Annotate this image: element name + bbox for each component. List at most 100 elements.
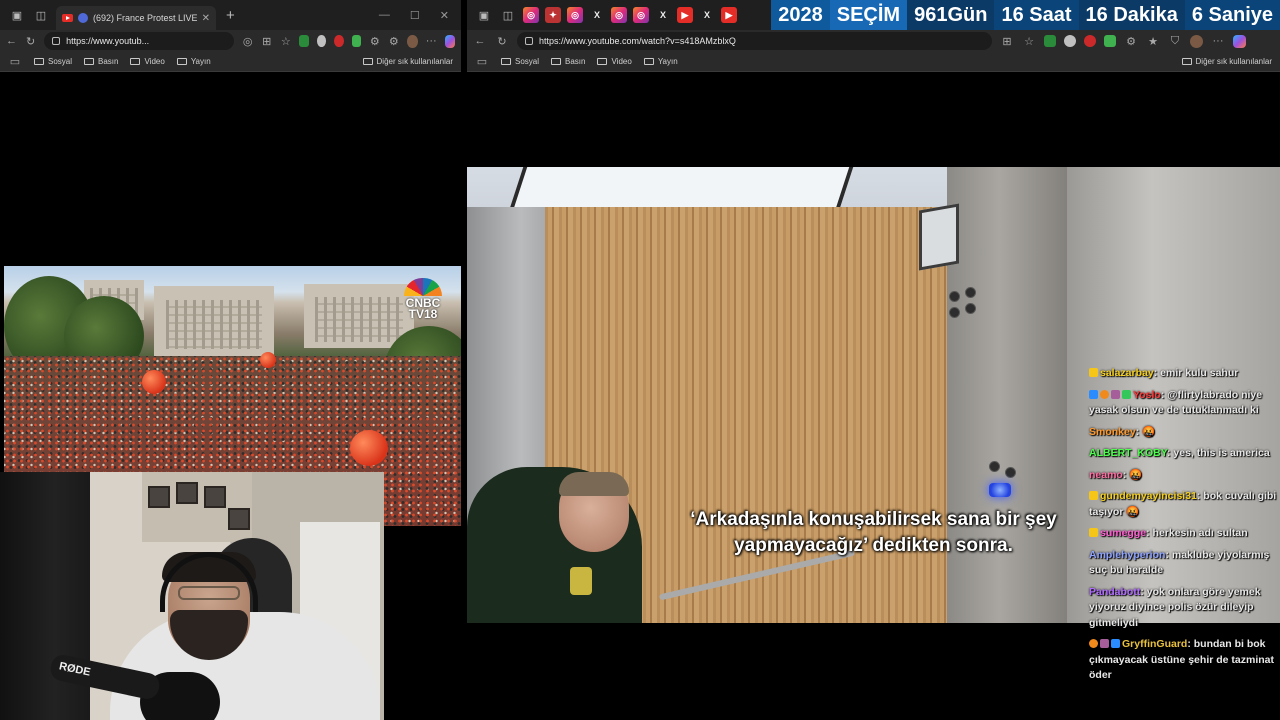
folder-icon (34, 58, 44, 65)
extension-icon[interactable] (1044, 35, 1056, 47)
workspaces-icon[interactable]: ▣ (475, 6, 493, 24)
url-text: https://www.youtub... (66, 36, 150, 46)
countdown-label: SEÇİM (829, 0, 908, 30)
extension-icon[interactable] (351, 35, 362, 47)
instagram-tab-icon[interactable]: ◎ (523, 7, 539, 23)
gift-badge-icon (1100, 639, 1109, 648)
window-controls: — ☐ ✕ (379, 9, 461, 22)
folder-icon (501, 58, 511, 65)
copilot-icon[interactable] (444, 34, 455, 48)
youtube-tab-icon[interactable]: ▶ (721, 7, 737, 23)
reader-icon[interactable]: ◎ (242, 35, 253, 48)
folder-icon (362, 58, 373, 65)
bookmark-folder[interactable]: Video (597, 57, 632, 66)
url-field[interactable]: https://www.youtub... (44, 32, 235, 50)
stream-chat-overlay: salazarbay: emir kulu sahur Yoslo: @flir… (1089, 366, 1279, 690)
youtube-icon (62, 14, 73, 22)
extension-icon[interactable] (1064, 35, 1076, 47)
bookmark-folder[interactable]: Sosyal (34, 57, 72, 66)
mod-badge-icon (1089, 389, 1098, 399)
x-tab-icon[interactable]: X (589, 7, 605, 23)
new-tab-button[interactable]: + (226, 7, 235, 24)
countdown-days: 961Gün (907, 0, 995, 30)
extension-icon[interactable] (1104, 35, 1116, 47)
chat-username: ALBERT_KOBY (1089, 447, 1167, 459)
extension-icon[interactable] (316, 35, 327, 47)
address-bar: ← ↻ https://www.youtube.com/watch?v=s418… (467, 30, 1280, 52)
page-content: CNBC TV18 RØDE (0, 72, 461, 720)
gift-badge-icon (1111, 389, 1120, 399)
bookmark-label: Yayın (190, 57, 211, 66)
tier-badge-icon (1089, 639, 1098, 648)
bookmark-label: Yayın (657, 57, 678, 66)
tab-actions-icon[interactable]: ◫ (499, 6, 517, 24)
close-tab-icon[interactable]: ✕ (202, 13, 210, 24)
profile-avatar[interactable] (407, 34, 418, 48)
site-info-icon[interactable] (525, 37, 533, 45)
extension-icon[interactable] (1084, 35, 1096, 47)
countdown-year: 2028 (771, 0, 830, 30)
recording-icon (78, 13, 88, 23)
tier-badge-icon (1100, 389, 1109, 399)
streamer-webcam: RØDE (0, 472, 384, 720)
elevator-button (965, 287, 976, 298)
url-field[interactable]: https://www.youtube.com/watch?v=s418AMzb… (517, 32, 992, 50)
settings-icon[interactable]: ⚙ (388, 35, 399, 48)
building (154, 286, 274, 356)
favorite-star-icon[interactable]: ☆ (1022, 35, 1036, 48)
close-window-icon[interactable]: ✕ (440, 9, 449, 22)
favorite-star-icon[interactable]: ☆ (280, 35, 291, 48)
bookmark-folder[interactable]: Basın (551, 57, 585, 66)
profile-avatar[interactable] (1190, 34, 1203, 48)
minimize-icon[interactable]: — (379, 9, 390, 22)
refresh-icon[interactable]: ↻ (495, 35, 509, 48)
pinned-tab-icon[interactable]: ✦ (545, 7, 561, 23)
bookmark-folder[interactable]: Basın (84, 57, 118, 66)
bookmark-folder[interactable]: Yayın (176, 57, 211, 66)
balloon (350, 430, 388, 466)
chat-username: salazarbay (1100, 367, 1154, 379)
back-icon[interactable]: ← (473, 35, 487, 47)
folder-icon (551, 58, 562, 65)
extensions-puzzle-icon[interactable]: ⚙ (369, 35, 380, 48)
bookmarks-toggle-icon[interactable]: ▭ (475, 55, 489, 68)
other-favorites[interactable]: Diğer sık kullanılanlar (362, 57, 453, 66)
bookmark-folder[interactable]: Sosyal (501, 57, 539, 66)
shield-icon[interactable]: ⛉ (1168, 35, 1182, 48)
extension-icon[interactable] (299, 35, 309, 47)
instagram-tab-icon[interactable]: ◎ (633, 7, 649, 23)
chat-message: Amplehyperion: maklube yiyolarmış suç bu… (1089, 548, 1270, 577)
copilot-icon[interactable] (1233, 34, 1246, 48)
subtitle-line-1: ‘Arkadaşınla konuşabilirsek sana bir şey (690, 509, 1057, 530)
workspaces-icon[interactable]: ▣ (8, 6, 26, 24)
cnbc-tv18-logo: CNBC TV18 (399, 278, 447, 320)
chat-username: GryffinGuard (1122, 638, 1188, 650)
chat-username: Amplehyperion (1089, 548, 1166, 561)
chat-message: GryffinGuard: bundan bi bok çıkmayacak ü… (1089, 638, 1274, 681)
chat-message: Smonkey: 🤬 (1089, 425, 1156, 438)
more-menu-icon[interactable]: ··· (426, 35, 437, 47)
extensions-puzzle-icon[interactable]: ⚙ (1124, 35, 1138, 48)
bookmark-folder[interactable]: Video (130, 57, 165, 66)
maximize-icon[interactable]: ☐ (410, 9, 420, 22)
apps-icon[interactable]: ⊞ (261, 35, 272, 48)
extension-icon[interactable] (334, 35, 344, 47)
bookmarks-bar: ▭ Sosyal Basın Video Yayın Diğer sık kul… (0, 52, 461, 72)
other-favorites[interactable]: Diğer sık kullanılanlar (1181, 57, 1272, 66)
bookmark-folder[interactable]: Yayın (643, 57, 678, 66)
site-info-icon[interactable] (52, 37, 61, 45)
back-icon[interactable]: ← (6, 35, 17, 47)
bookmarks-toggle-icon[interactable]: ▭ (8, 55, 22, 68)
youtube-tab-icon[interactable]: ▶ (677, 7, 693, 23)
tab-actions-icon[interactable]: ◫ (32, 6, 50, 24)
x-tab-icon[interactable]: X (655, 7, 671, 23)
instagram-tab-icon[interactable]: ◎ (567, 7, 583, 23)
more-menu-icon[interactable]: ··· (1211, 35, 1225, 47)
apps-icon[interactable]: ⊞ (1000, 35, 1014, 48)
refresh-icon[interactable]: ↻ (25, 35, 36, 48)
favorites-icon[interactable]: ★ (1146, 35, 1160, 48)
tab-france-protest[interactable]: (692) France Protest LIVE: Na ✕ (56, 6, 216, 30)
left-browser-window: ▣ ◫ (692) France Protest LIVE: Na ✕ + — … (0, 0, 464, 720)
x-tab-icon[interactable]: X (699, 7, 715, 23)
instagram-tab-icon[interactable]: ◎ (611, 7, 627, 23)
